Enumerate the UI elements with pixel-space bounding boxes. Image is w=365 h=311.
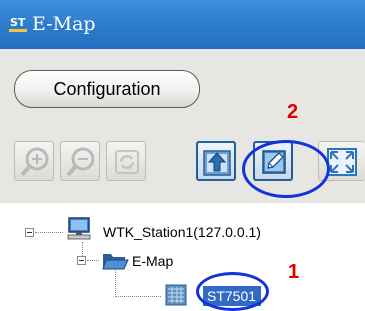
computer-icon <box>67 217 91 240</box>
map-icon <box>165 284 187 306</box>
callout-circle-1 <box>196 272 269 311</box>
zoom-out-icon <box>66 147 95 177</box>
title-bar: ST E-Map <box>0 0 365 49</box>
zoom-out-button[interactable] <box>60 141 100 181</box>
zoom-in-icon <box>20 147 49 177</box>
callout-circle-2 <box>242 140 330 198</box>
callout-number-2: 2 <box>287 101 299 123</box>
collapse-emap-toggle[interactable] <box>77 256 86 265</box>
callout-number-1: 1 <box>288 261 300 283</box>
tree-connector <box>35 232 63 233</box>
zoom-in-button[interactable] <box>14 141 54 181</box>
refresh-button[interactable] <box>106 141 146 181</box>
tree-connector <box>87 260 99 261</box>
open-folder-icon <box>102 254 129 270</box>
configuration-button[interactable]: Configuration <box>14 70 200 108</box>
window-title: E-Map <box>32 13 96 35</box>
upload-icon <box>203 150 231 176</box>
refresh-icon <box>115 150 139 174</box>
station-node-label[interactable]: WTK_Station1(127.0.0.1) <box>103 224 261 240</box>
upload-map-button[interactable] <box>196 141 236 181</box>
tree-connector <box>115 270 116 297</box>
app-icon: ST <box>9 16 27 32</box>
collapse-station-toggle[interactable] <box>25 228 34 237</box>
tree-connector <box>115 296 161 297</box>
emap-node-label[interactable]: E-Map <box>132 253 173 269</box>
